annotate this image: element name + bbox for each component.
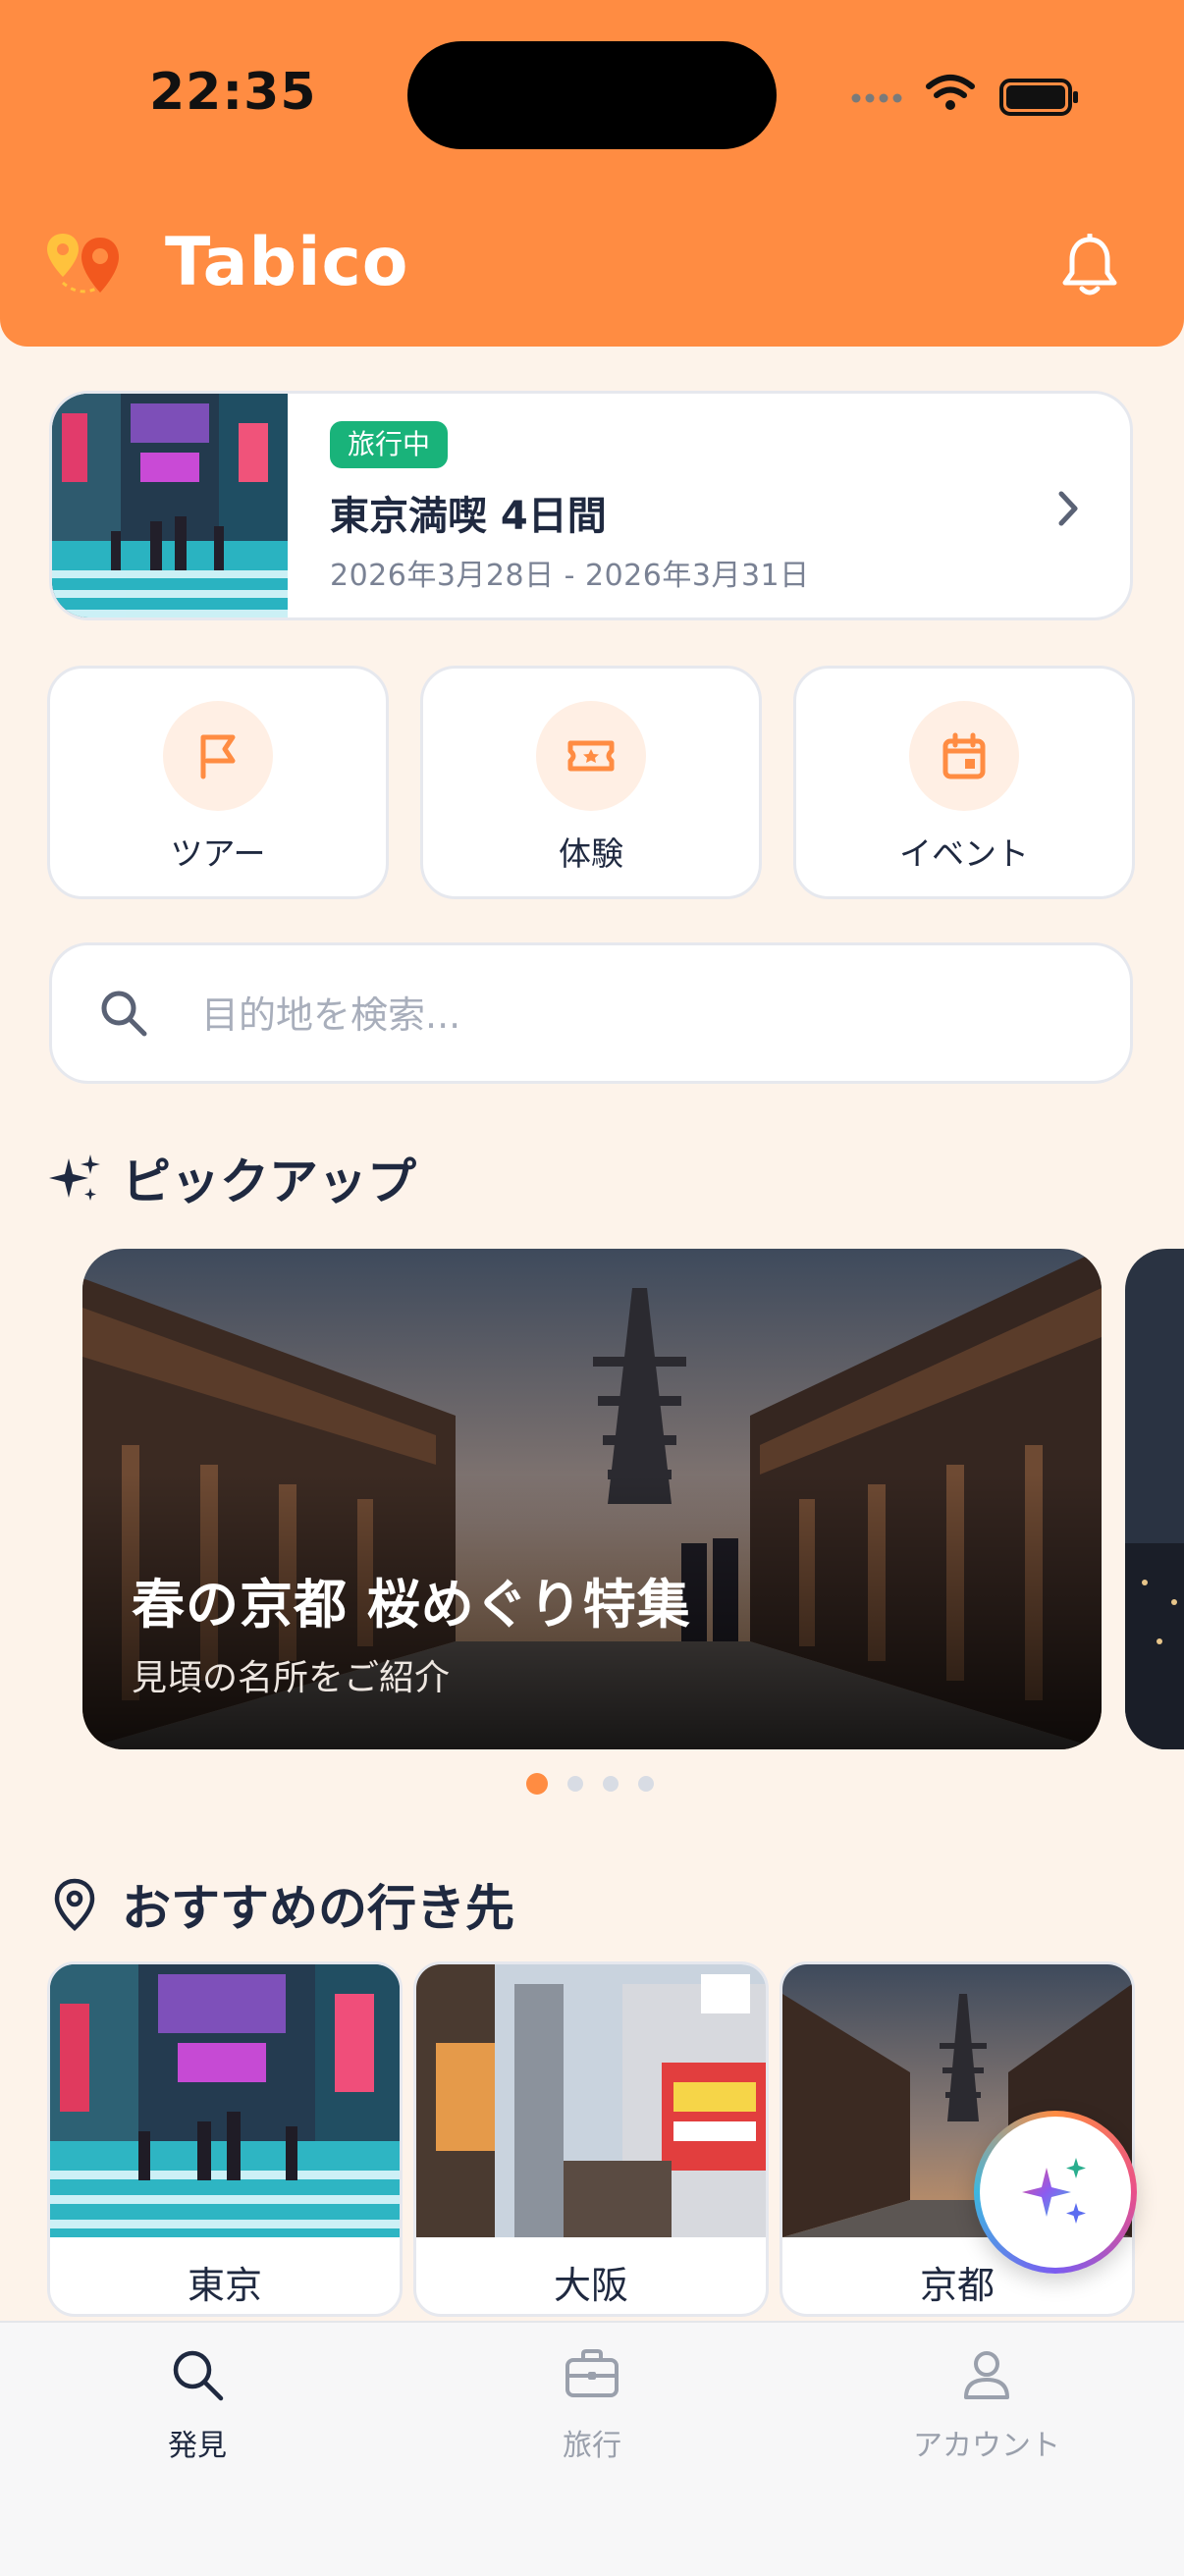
category-tour-button[interactable]: ツアー [47,666,389,899]
category-event-button[interactable]: イベント [793,666,1135,899]
destination-label: 東京 [187,2264,262,2307]
category-experience-button[interactable]: 体験 [420,666,762,899]
tab-label: 旅行 [563,2429,621,2463]
category-icon-circle [163,701,273,811]
carousel-dot[interactable] [567,1776,583,1792]
tab-trips[interactable]: 旅行 [395,2323,789,2519]
logo-pins-icon [47,234,119,294]
traveling-badge: 旅行中 [330,421,449,468]
notification-bell-icon[interactable] [1060,234,1119,298]
sparkles-icon [49,1154,100,1201]
app-title: Tabico [165,224,409,301]
status-icons [851,75,1078,116]
status-time: 22:35 [149,63,317,122]
map-pin-icon [54,1878,95,1932]
banner-title: 春の京都 桜めぐり特集 [132,1574,691,1636]
tab-account[interactable]: アカウント [789,2323,1184,2519]
wifi-icon [926,75,975,98]
dynamic-island [407,41,777,149]
search-input[interactable] [199,975,1087,1055]
trip-dates: 2026年3月28日 - 2026年3月31日 [330,559,810,593]
ai-assistant-fab[interactable] [974,2111,1137,2274]
next-banner-image [1125,1249,1184,1749]
fab-inner [980,2117,1131,2268]
category-label: 体験 [559,834,623,873]
signal-icon [851,93,902,103]
search-icon [101,991,147,1037]
ticket-icon [567,740,615,772]
destination-card-tokyo[interactable]: 東京 [47,1961,403,2317]
carousel-dot[interactable] [526,1773,548,1795]
tab-discover[interactable]: 発見 [0,2323,395,2519]
osaka-image [416,1964,766,2237]
pickup-banner-next-card[interactable] [1125,1249,1184,1749]
category-icon-circle [909,701,1019,811]
tab-label: アカウント [913,2429,1060,2463]
person-icon [964,2351,1009,2399]
banner-subtitle: 見頃の名所をご紹介 [132,1658,451,1698]
category-icon-circle [536,701,646,811]
destinations-section-title: おすすめの行き先 [122,1880,514,1937]
tokyo-image [50,1964,400,2237]
flag-icon [200,734,236,779]
battery-icon [999,79,1078,116]
destination-label: 大阪 [553,2264,628,2307]
carousel-dot[interactable] [603,1776,619,1792]
current-trip-card[interactable]: 旅行中 東京満喫 4日間 2026年3月28日 - 2026年3月31日 [49,391,1133,620]
calendar-icon [942,732,986,779]
search-bar[interactable] [49,942,1133,1084]
category-label: イベント [899,834,1029,873]
chevron-right-icon [1058,491,1078,526]
briefcase-icon [565,2349,619,2397]
trip-thumbnail [52,394,288,617]
category-label: ツアー [170,834,266,873]
pickup-section-title: ピックアップ [122,1154,416,1210]
ai-sparkle-icon [1022,2158,1086,2224]
destination-card-osaka[interactable]: 大阪 [413,1961,769,2317]
carousel-page-indicator [526,1773,673,1797]
trip-title: 東京満喫 4日間 [330,494,607,539]
search-icon [173,2350,224,2401]
tab-label: 発見 [168,2429,227,2463]
carousel-dot[interactable] [638,1776,654,1792]
bottom-tab-bar: 発見 旅行 アカウント [0,2321,1184,2576]
pickup-banner-card[interactable]: 春の京都 桜めぐり特集 見頃の名所をご紹介 [82,1249,1102,1749]
